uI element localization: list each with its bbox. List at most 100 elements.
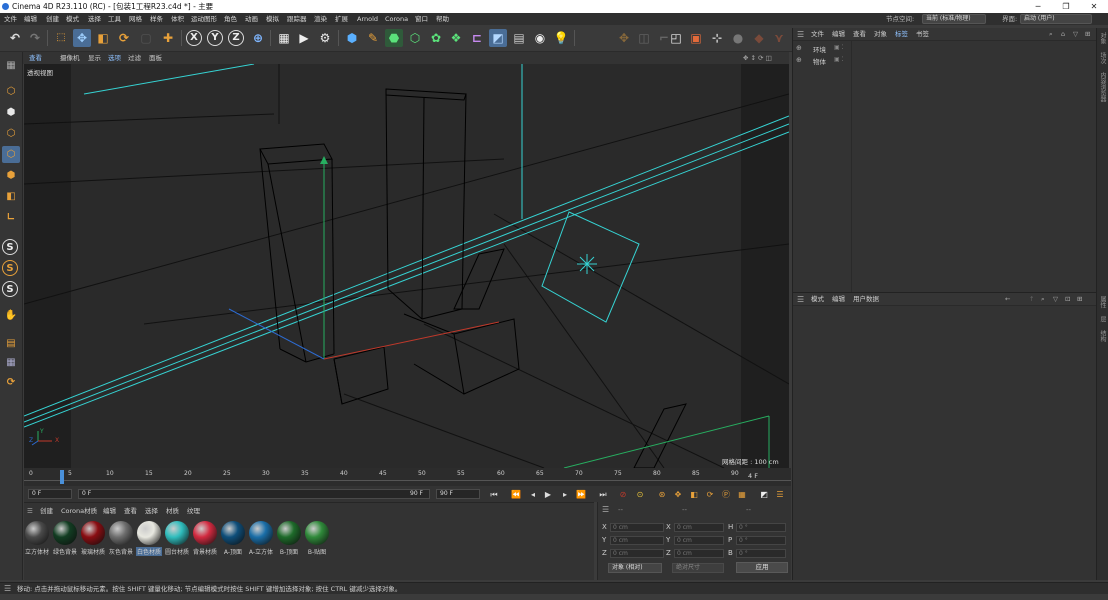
sculpt-icon[interactable]: ◆ (750, 29, 768, 47)
rot-b-field[interactable]: 0 ° (736, 549, 786, 558)
visibility-dots-icon[interactable]: ▣ ⁚ (834, 56, 843, 63)
tree-item-object[interactable]: ⊕ 物体 ▣ ⁚ (793, 55, 1097, 66)
tab-structure[interactable]: 结构 (1098, 330, 1107, 342)
grid-icon[interactable]: ▦ (2, 354, 20, 371)
viewport-solo-icon[interactable]: ◰ (667, 29, 685, 47)
material-swatch[interactable]: A-顶面 (220, 521, 246, 556)
material-swatch[interactable]: 灰色背景 (108, 521, 134, 556)
model-mode-icon[interactable]: ▦ (2, 57, 20, 74)
material-swatch[interactable]: 玻璃材质 (80, 521, 106, 556)
locked-workplane-icon[interactable]: ⟳ (2, 374, 20, 391)
menu-arnold[interactable]: Arnold (357, 13, 378, 25)
pos-x-field[interactable]: 0 cm (610, 523, 664, 532)
menu-volume[interactable]: 体积 (171, 13, 184, 25)
prev-frame-icon[interactable]: ◂ (527, 489, 539, 500)
next-key-icon[interactable]: ⏩ (575, 489, 587, 500)
viewport-menu-filter[interactable]: 过滤 (128, 52, 141, 64)
material-swatch[interactable]: 背景材质 (192, 521, 218, 556)
start-frame-field[interactable]: 0 F (28, 489, 72, 499)
recent-tool-icon[interactable]: ▢ (137, 29, 155, 47)
points-mode-icon[interactable]: ⬡ (2, 125, 20, 142)
rot-h-field[interactable]: 0 ° (736, 523, 786, 532)
obj-menu-tags[interactable]: 标签 (895, 28, 908, 41)
attr-search-icon[interactable]: ⌕ (1041, 293, 1045, 306)
menu-mograph[interactable]: 运动图形 (191, 13, 217, 25)
obj-search-icon[interactable]: ⌕ (1049, 28, 1053, 41)
attr-menu-mode[interactable]: 模式 (811, 293, 824, 306)
undo-icon[interactable]: ↶ (6, 29, 24, 47)
obj-menu-edit[interactable]: 编辑 (832, 28, 845, 41)
snap-s-icon[interactable]: S (2, 239, 18, 255)
perspective-viewport[interactable]: 透视视图 Y X Z 网格间距 : 100 cm (24, 64, 789, 468)
snap-icon[interactable]: ✥ (615, 29, 633, 47)
attr-filter-icon[interactable]: ▽ (1053, 293, 1058, 306)
menu-create[interactable]: 创建 (46, 13, 59, 25)
tab-content-browser[interactable]: 内容浏览器 (1098, 72, 1107, 102)
coords-menu-icon[interactable]: ☰ (602, 505, 609, 514)
menu-help[interactable]: 帮助 (436, 13, 449, 25)
workplane-icon[interactable]: ◫ (635, 29, 653, 47)
light-icon[interactable]: 💡 (552, 29, 570, 47)
next-frame-icon[interactable]: ▸ (559, 489, 571, 500)
tweak-icon[interactable]: ✋ (2, 307, 20, 324)
size-y-field[interactable]: 0 cm (674, 536, 724, 545)
coordinate-system-icon[interactable]: ⊕ (249, 29, 267, 47)
material-swatch[interactable]: 圆台材质 (164, 521, 190, 556)
tab-layers[interactable]: 层 (1098, 316, 1107, 322)
mat-menu-select[interactable]: 选择 (145, 505, 158, 517)
attr-up-icon[interactable]: ↑ (1029, 293, 1034, 306)
y-axis-lock-icon[interactable]: Y (207, 30, 223, 46)
timeline-ruler[interactable]: 0 5 10 15 20 25 30 35 40 45 50 55 60 65 … (24, 468, 791, 486)
material-menu-icon[interactable]: ☰ (27, 505, 33, 517)
end-frame-field[interactable]: 90 F (436, 489, 480, 499)
viewport-nav-icon[interactable]: ✥ ↕ ⟳ ◫ (743, 52, 772, 64)
minimize-button[interactable]: ─ (1024, 0, 1052, 13)
material-swatch[interactable]: B-顶面 (276, 521, 302, 556)
pos-z-field[interactable]: 0 cm (610, 549, 664, 558)
rotate-tool-icon[interactable]: ⟳ (115, 29, 133, 47)
menu-select[interactable]: 选择 (88, 13, 101, 25)
menu-spline[interactable]: 样条 (150, 13, 163, 25)
render-settings-icon[interactable]: ⚙ (316, 29, 334, 47)
key-position-icon[interactable]: ⊛ (656, 489, 668, 500)
menu-mode[interactable]: 模式 (66, 13, 79, 25)
preview-range-field[interactable]: 0 F (78, 489, 430, 499)
tab-takes[interactable]: 场次 (1098, 52, 1107, 64)
snap-settings-icon[interactable]: S (2, 260, 18, 276)
redo-icon[interactable]: ↷ (26, 29, 44, 47)
viewport-menu-view[interactable]: 查看 (29, 52, 42, 64)
visibility-dots-icon[interactable]: ▣ ⁚ (834, 44, 843, 51)
scale-tool-icon[interactable]: ◧ (94, 29, 112, 47)
go-to-end-icon[interactable]: ⏭ (597, 489, 609, 500)
close-button[interactable]: ✕ (1080, 0, 1108, 13)
menu-render[interactable]: 渲染 (314, 13, 327, 25)
mat-menu-material[interactable]: 材质 (166, 505, 179, 517)
rot-p-field[interactable]: 0 ° (736, 536, 786, 545)
attr-menu-icon[interactable]: ☰ (797, 293, 804, 306)
menu-mesh[interactable]: 网格 (129, 13, 142, 25)
viewport-menu-camera[interactable]: 摄像机 (60, 52, 80, 64)
menu-file[interactable]: 文件 (4, 13, 17, 25)
mat-menu-corona[interactable]: Corona材质 (61, 505, 97, 517)
size-z-field[interactable]: 0 cm (674, 549, 724, 558)
obj-home-icon[interactable]: ⌂ (1061, 28, 1065, 41)
go-to-start-icon[interactable]: ⏮ (488, 489, 500, 500)
menu-character[interactable]: 角色 (224, 13, 237, 25)
key-pla-icon[interactable]: ▦ (736, 489, 748, 500)
material-swatch[interactable]: 绿色背景 (52, 521, 78, 556)
viewport-menu-panel[interactable]: 面板 (149, 52, 162, 64)
menu-animate[interactable]: 动画 (245, 13, 258, 25)
obj-menu-file[interactable]: 文件 (811, 28, 824, 41)
tab-objects[interactable]: 对象 (1098, 32, 1107, 44)
render-view-icon[interactable]: ▦ (275, 29, 293, 47)
axis-mode-icon[interactable]: ∟ (2, 209, 20, 226)
camera-icon[interactable]: ◉ (531, 29, 549, 47)
auto-key-icon[interactable]: ⊙ (634, 489, 646, 500)
subdivision-surface-icon[interactable]: ⬣ (385, 29, 403, 47)
apply-button[interactable]: 应用 (736, 562, 788, 573)
render-picture-viewer-icon[interactable]: ▶ (295, 29, 313, 47)
size-x-field[interactable]: 0 cm (674, 523, 724, 532)
viewport-select-icon[interactable]: ▣ (687, 29, 705, 47)
paint-tool-icon[interactable]: ● (729, 29, 747, 47)
size-mode-select[interactable]: 绝对尺寸 (672, 563, 724, 573)
